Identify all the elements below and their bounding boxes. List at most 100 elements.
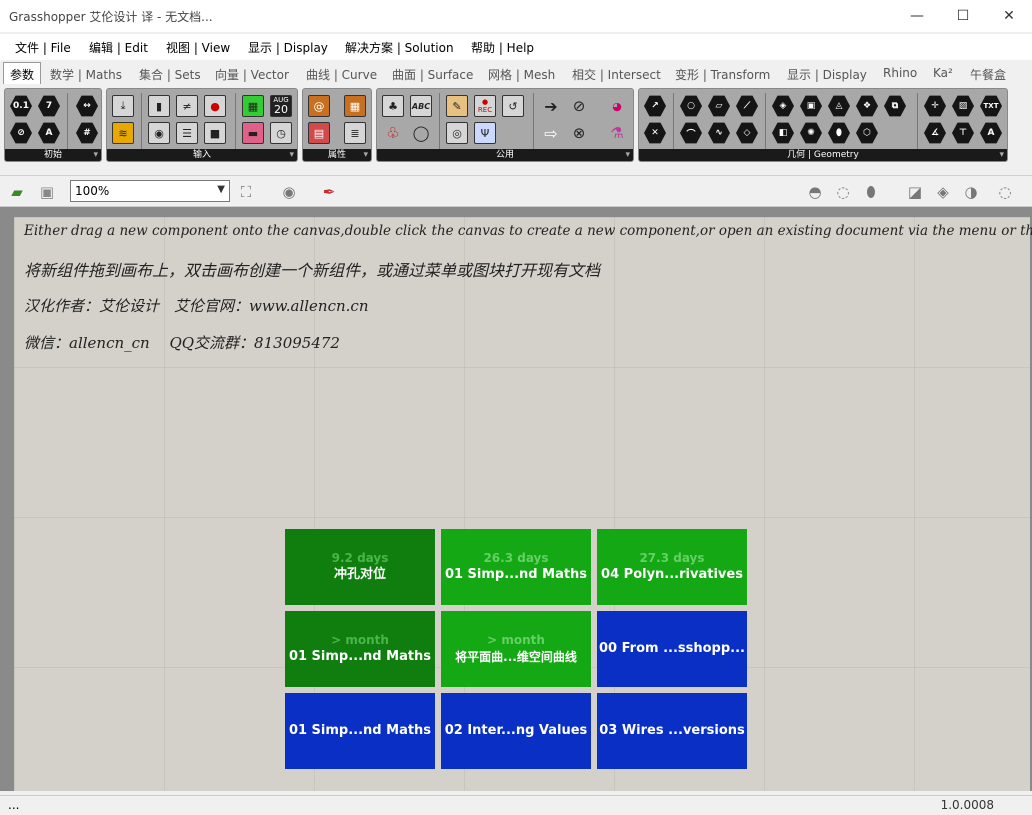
- tab-rhino[interactable]: Rhino: [883, 66, 917, 80]
- preview-mode-3-button[interactable]: ⬮: [860, 181, 882, 203]
- tab-params[interactable]: 参数: [3, 62, 42, 84]
- book-button[interactable]: ▤: [307, 121, 331, 145]
- recent-file-tile[interactable]: 9.2 days 冲孔对位: [285, 529, 435, 605]
- recent-file-tile[interactable]: > month 01 Simp...nd Maths: [285, 611, 435, 687]
- tab-lunchbox[interactable]: 午餐盒: [970, 66, 1006, 83]
- gradient-button[interactable]: ▬: [241, 121, 265, 145]
- slider-button[interactable]: ≠: [175, 94, 199, 118]
- vector-param-button[interactable]: ↗: [643, 94, 667, 118]
- preview-mode-1-button[interactable]: ◓: [804, 181, 826, 203]
- rectangle-param-button[interactable]: ▱: [707, 94, 731, 118]
- clock-button[interactable]: ◷: [269, 121, 293, 145]
- integer-param-button[interactable]: 7: [37, 94, 61, 118]
- arrow-right-button[interactable]: ➔: [539, 94, 563, 118]
- letter-button[interactable]: A: [979, 121, 1003, 145]
- line-param-button[interactable]: ⟋: [735, 94, 759, 118]
- text-param-button[interactable]: A: [37, 121, 61, 145]
- recent-file-tile[interactable]: 27.3 days 04 Polyn...rivatives: [597, 529, 747, 605]
- recent-file-tile[interactable]: 26.3 days 01 Simp...nd Maths: [441, 529, 591, 605]
- graph-mapper-button[interactable]: ≋: [111, 121, 135, 145]
- menu-file[interactable]: 文件 | File: [15, 39, 71, 56]
- settings-circle-button[interactable]: ◌: [994, 181, 1016, 203]
- display-mode-2-button[interactable]: ◈: [932, 181, 954, 203]
- arrow-outline-button[interactable]: ⇨: [539, 121, 563, 145]
- tab-intersect[interactable]: 相交 | Intersect: [572, 66, 661, 83]
- save-button[interactable]: ▣: [36, 181, 58, 203]
- circle-button[interactable]: ◯: [409, 121, 433, 145]
- search-zoom-button[interactable]: ⊘: [567, 94, 591, 118]
- sketch-button[interactable]: ✒: [318, 181, 340, 203]
- group-expand-icon[interactable]: ▾: [363, 149, 368, 161]
- clock-arrow-button[interactable]: ⊗: [567, 121, 591, 145]
- swatch-button[interactable]: ●: [203, 94, 227, 118]
- tab-display[interactable]: 显示 | Display: [787, 66, 867, 83]
- tab-ka2[interactable]: Ka²: [933, 66, 953, 80]
- field-param-button[interactable]: ◇: [735, 121, 759, 145]
- hatch-param-button[interactable]: ▨: [951, 94, 975, 118]
- group-expand-icon[interactable]: ▾: [999, 149, 1004, 161]
- zoom-extents-button[interactable]: ⛶: [235, 181, 257, 203]
- point-param-button[interactable]: ✛: [923, 94, 947, 118]
- tab-maths[interactable]: 数学 | Maths: [50, 66, 122, 83]
- atom-button[interactable]: ✺: [799, 121, 823, 145]
- image-sampler-button[interactable]: ▦: [241, 94, 265, 118]
- example-file-tile[interactable]: 00 From ...sshopp...: [597, 611, 747, 687]
- tab-surface[interactable]: 曲面 | Surface: [392, 66, 473, 83]
- zoom-select[interactable]: 100% ▼: [70, 180, 230, 202]
- paint-button[interactable]: ◕: [605, 94, 629, 118]
- plane-param-button[interactable]: ✕: [643, 121, 667, 145]
- display-mode-1-button[interactable]: ◪: [904, 181, 926, 203]
- toggle-button[interactable]: ▮: [147, 94, 171, 118]
- close-button[interactable]: ✕: [986, 0, 1032, 32]
- value-list-button[interactable]: ☰: [175, 121, 199, 145]
- abc-button[interactable]: ABC: [409, 94, 433, 118]
- canvas[interactable]: Either drag a new component onto the can…: [14, 217, 1032, 791]
- tab-vector[interactable]: 向量 | Vector: [215, 66, 289, 83]
- number-param-button[interactable]: 0.1: [9, 94, 33, 118]
- cherry-button[interactable]: ♧: [381, 121, 405, 145]
- tree-button[interactable]: ♣: [381, 94, 405, 118]
- circle-param-button[interactable]: ○: [679, 94, 703, 118]
- text-geometry-button[interactable]: TXT: [979, 94, 1003, 118]
- subd-button[interactable]: ⬡: [855, 121, 879, 145]
- matrix-param-button[interactable]: #: [75, 121, 99, 145]
- open-file-button[interactable]: ▰: [6, 181, 28, 203]
- menu-help[interactable]: 帮助 | Help: [471, 39, 534, 56]
- angle-param-button[interactable]: ∡: [923, 121, 947, 145]
- menu-view[interactable]: 视图 | View: [166, 39, 230, 56]
- box-param-button[interactable]: ▣: [799, 94, 823, 118]
- geometry-cache-button[interactable]: ⧉: [883, 94, 907, 118]
- group-expand-icon[interactable]: ▾: [289, 149, 294, 161]
- example-file-tile[interactable]: 03 Wires ...versions: [597, 693, 747, 769]
- example-file-tile[interactable]: 02 Inter...ng Values: [441, 693, 591, 769]
- mesh-param-button[interactable]: ◬: [827, 94, 851, 118]
- surface-param-button[interactable]: ◈: [771, 94, 795, 118]
- maximize-button[interactable]: ☐: [940, 0, 986, 32]
- tab-mesh[interactable]: 网格 | Mesh: [488, 66, 555, 83]
- panel-button[interactable]: ⤓: [111, 94, 135, 118]
- preview-toggle-button[interactable]: ◉: [278, 181, 300, 203]
- loop-button[interactable]: ↺: [501, 94, 525, 118]
- arc-param-button[interactable]: ⌒: [679, 121, 703, 145]
- tab-curve[interactable]: 曲线 | Curve: [306, 66, 377, 83]
- control-knob-button[interactable]: ■: [203, 121, 227, 145]
- transform-param-button[interactable]: ⊤: [951, 121, 975, 145]
- group-expand-icon[interactable]: ▾: [93, 149, 98, 161]
- example-file-tile[interactable]: 01 Simp...nd Maths: [285, 693, 435, 769]
- spiral-button[interactable]: @: [307, 94, 331, 118]
- menu-edit[interactable]: 编辑 | Edit: [89, 39, 148, 56]
- boolean-param-button[interactable]: ⊘: [9, 121, 33, 145]
- preview-mode-2-button[interactable]: ◌: [832, 181, 854, 203]
- record-button[interactable]: ● REC: [473, 94, 497, 118]
- sync-button[interactable]: ◎: [445, 121, 469, 145]
- menu-display[interactable]: 显示 | Display: [248, 39, 328, 56]
- cylinder-button[interactable]: ⬮: [827, 121, 851, 145]
- display-mode-3-button[interactable]: ◑: [960, 181, 982, 203]
- bars-button[interactable]: ≣: [343, 121, 367, 145]
- minimize-button[interactable]: —: [894, 0, 940, 32]
- calendar-button[interactable]: AUG 20: [269, 94, 293, 118]
- pencil-button[interactable]: ✎: [445, 94, 469, 118]
- group-expand-icon[interactable]: ▾: [625, 149, 630, 161]
- menu-solution[interactable]: 解决方案 | Solution: [345, 39, 454, 56]
- flask-button[interactable]: ⚗: [605, 121, 629, 145]
